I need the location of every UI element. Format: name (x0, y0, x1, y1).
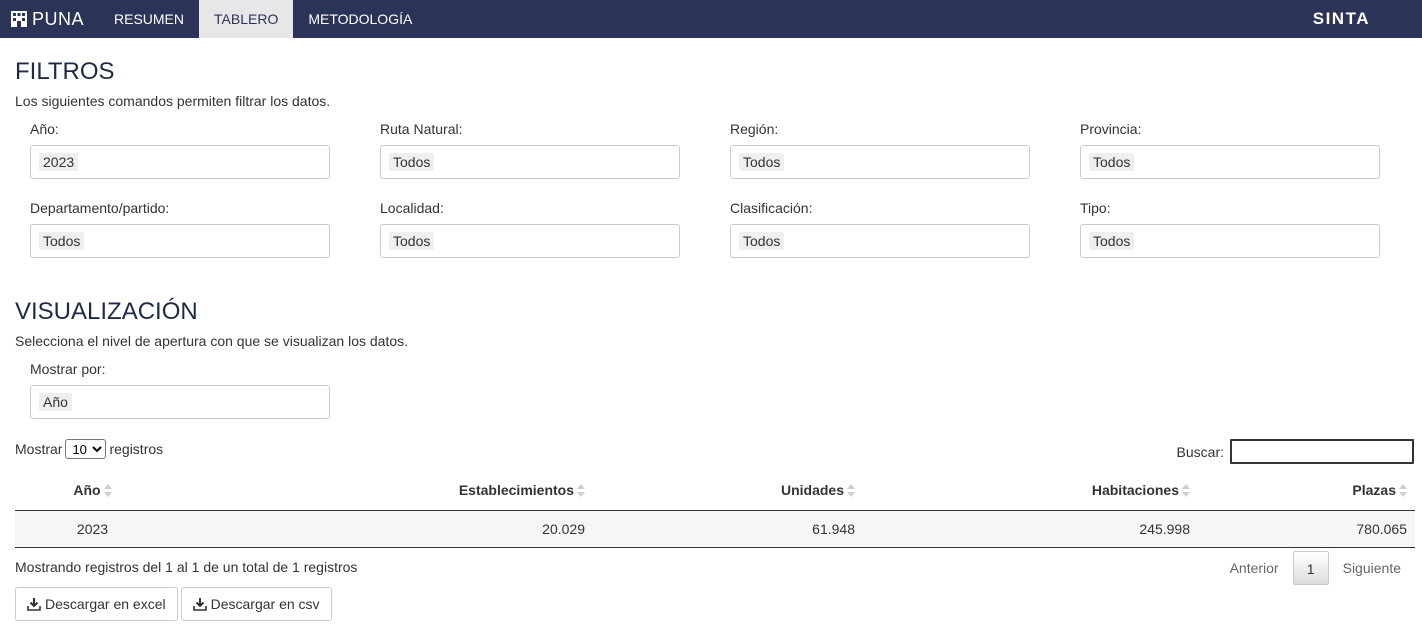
table-header-row: Año Establecimientos Unidades Habitacion… (15, 471, 1415, 511)
filter-label: Clasificación: (730, 200, 813, 216)
col-header-label: Habitaciones (1091, 482, 1179, 499)
mostrar-por: Mostrar por: Año (30, 359, 330, 419)
page-length-select[interactable]: 10 (65, 439, 107, 459)
col-header-unidades[interactable]: Unidades (593, 471, 863, 511)
filter-select-provincia[interactable]: Todos (1080, 145, 1380, 179)
tab-resumen[interactable]: RESUMEN (99, 0, 199, 38)
filtros-title: FILTROS (15, 58, 115, 85)
download-csv-button[interactable]: Descargar en csv (180, 587, 332, 621)
filter-label: Provincia: (1080, 121, 1142, 137)
filter-select-ruta-natural[interactable]: Todos (380, 145, 680, 179)
search-label: Buscar: (1176, 443, 1224, 460)
app-title-sinta: SINTA (1312, 9, 1370, 28)
selected-value: Todos (389, 232, 435, 250)
filter-label: Ruta Natural: (380, 121, 463, 137)
filter-label: Localidad: (380, 200, 444, 216)
table-row: 2023 20.029 61.948 245.998 780.065 (15, 510, 1415, 548)
pagination: Anterior 1 Siguiente (1216, 551, 1415, 585)
mostrar-por-select[interactable]: Año (30, 385, 330, 419)
cell-anio: 2023 (15, 510, 178, 548)
sort-icon (103, 484, 112, 498)
selected-value: Todos (1089, 232, 1135, 250)
download-icon (192, 598, 207, 611)
filter-select-clasificacion[interactable]: Todos (730, 224, 1030, 258)
download-csv-label: Descargar en csv (210, 596, 320, 612)
filter-departamento: Departamento/partido: Todos (30, 198, 330, 258)
tab-metodologia[interactable]: METODOLOGÍA (293, 0, 427, 38)
filter-anio: Año: 2023 (30, 119, 330, 179)
length-prefix: Mostrar (15, 441, 63, 457)
filter-select-region[interactable]: Todos (730, 145, 1030, 179)
length-suffix: registros (109, 441, 164, 457)
selected-value: Todos (739, 153, 785, 171)
table-info: Mostrando registros del 1 al 1 de un tot… (15, 559, 358, 575)
filter-tipo: Tipo: Todos (1080, 198, 1380, 258)
col-header-anio[interactable]: Año (15, 471, 178, 511)
cell-unidades: 61.948 (593, 510, 863, 548)
filter-label: Tipo: (1080, 200, 1111, 216)
filter-select-tipo[interactable]: Todos (1080, 224, 1380, 258)
tab-tablero[interactable]: TABLERO (199, 0, 294, 38)
search-input[interactable] (1230, 439, 1414, 464)
building-icon (11, 11, 27, 27)
selected-value: 2023 (39, 153, 79, 171)
filter-select-localidad[interactable]: Todos (380, 224, 680, 258)
selected-value: Todos (1089, 153, 1135, 171)
filter-region: Región: Todos (730, 119, 1030, 179)
visualizacion-description: Selecciona el nivel de apertura con que … (15, 333, 409, 349)
cell-establecimientos: 20.029 (178, 510, 593, 548)
filter-label: Región: (730, 121, 779, 137)
col-header-label: Plazas (1352, 482, 1396, 499)
filter-select-anio[interactable]: 2023 (30, 145, 330, 179)
brand-name: PUNA (32, 8, 85, 29)
table-search-control: Buscar: (1177, 439, 1414, 464)
selected-value: Todos (389, 153, 435, 171)
pagination-next[interactable]: Siguiente (1329, 551, 1415, 585)
sort-icon (847, 484, 855, 498)
download-excel-label: Descargar en excel (45, 596, 166, 612)
selected-value: Todos (739, 232, 785, 250)
filter-provincia: Provincia: Todos (1080, 119, 1380, 179)
filter-localidad: Localidad: Todos (380, 198, 680, 258)
sort-icon (577, 484, 585, 498)
filter-clasificacion: Clasificación: Todos (730, 198, 1030, 258)
sort-icon (1182, 484, 1190, 498)
col-header-establecimientos[interactable]: Establecimientos (178, 471, 593, 511)
filter-ruta-natural: Ruta Natural: Todos (380, 119, 680, 179)
download-icon (27, 598, 41, 611)
filter-label: Año: (30, 121, 59, 137)
visualizacion-title: VISUALIZACIÓN (15, 298, 198, 325)
filter-label: Departamento/partido: (30, 200, 170, 216)
top-navbar: PUNA RESUMEN TABLERO METODOLOGÍA SINTA (0, 0, 1422, 38)
filtros-description: Los siguientes comandos permiten filtrar… (15, 93, 331, 109)
col-header-label: Unidades (780, 482, 844, 499)
col-header-label: Año (73, 482, 101, 499)
filter-select-departamento[interactable]: Todos (30, 224, 330, 258)
pagination-prev[interactable]: Anterior (1216, 551, 1293, 585)
cell-plazas: 780.065 (1198, 510, 1415, 548)
table-length-control: Mostrar 10 registros (15, 439, 163, 459)
selected-value: Año (39, 393, 72, 411)
download-excel-button[interactable]: Descargar en excel (15, 587, 178, 621)
brand[interactable]: PUNA (0, 0, 99, 38)
col-header-plazas[interactable]: Plazas (1198, 471, 1415, 511)
cell-habitaciones: 245.998 (863, 510, 1198, 548)
selected-value: Todos (39, 232, 85, 250)
col-header-habitaciones[interactable]: Habitaciones (863, 471, 1198, 511)
pagination-page-current[interactable]: 1 (1292, 551, 1329, 585)
mostrar-por-label: Mostrar por: (30, 361, 106, 377)
sort-icon (1399, 484, 1407, 498)
col-header-label: Establecimientos (458, 482, 574, 499)
data-table: Año Establecimientos Unidades Habitacion… (15, 471, 1415, 548)
download-buttons: Descargar en excel Descargar en csv (15, 587, 332, 621)
